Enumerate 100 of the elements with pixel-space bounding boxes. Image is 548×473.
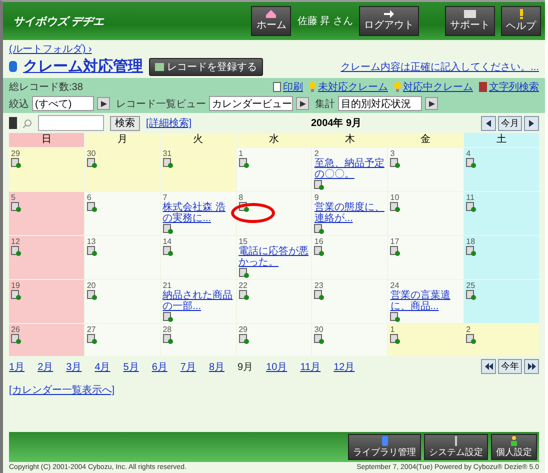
record-icon[interactable]	[86, 290, 97, 300]
search-button[interactable]: 検索	[110, 116, 140, 130]
record-icon[interactable]	[162, 246, 173, 256]
month-link[interactable]: 9月	[238, 360, 254, 374]
record-icon[interactable]	[466, 158, 476, 168]
event-link[interactable]: 至急、納品予定の〇〇。	[314, 158, 386, 180]
filter-select[interactable]: 目的別対応状況	[338, 96, 422, 111]
record-icon[interactable]	[466, 334, 476, 344]
house-icon	[266, 10, 276, 18]
month-link[interactable]: 10月	[266, 360, 288, 374]
record-icon[interactable]	[162, 312, 173, 322]
event-link[interactable]: 株式会社森 浩の実務に...	[162, 202, 234, 224]
record-icon[interactable]	[238, 290, 249, 300]
left-arrow-icon	[486, 120, 491, 126]
record-icon[interactable]	[86, 246, 97, 256]
header-button[interactable]: サポート	[445, 6, 495, 36]
previous-year-button[interactable]	[481, 359, 496, 374]
event-link[interactable]: 納品された商品の一部...	[162, 290, 234, 312]
filter-select[interactable]: (すべて)	[32, 96, 94, 111]
record-icon[interactable]	[314, 290, 324, 300]
month-link[interactable]: 2月	[38, 360, 54, 374]
record-icon[interactable]	[86, 334, 97, 344]
footer-button[interactable]: システム設定	[424, 434, 488, 460]
day-number: 21	[162, 281, 172, 290]
go-button[interactable]	[97, 97, 110, 110]
month-link[interactable]: 4月	[94, 360, 110, 374]
double-left-icon	[484, 363, 492, 370]
home-button[interactable]: ホーム	[251, 6, 292, 36]
header-button[interactable]: ログアウト	[359, 6, 419, 36]
month-link[interactable]: 7月	[180, 360, 196, 374]
action-link[interactable]: 文字列検索	[489, 80, 539, 94]
breadcrumb-link[interactable]: (ルートフォルダ) ›	[9, 42, 92, 56]
record-icon[interactable]	[11, 334, 21, 344]
footer-button[interactable]: ライブラリ管理	[348, 434, 421, 460]
next-button[interactable]	[524, 116, 539, 130]
month-link[interactable]: 11月	[300, 360, 321, 374]
month-link[interactable]: 5月	[123, 360, 139, 374]
record-icon[interactable]	[314, 334, 324, 344]
record-icon[interactable]	[238, 158, 249, 168]
search-field[interactable]	[38, 115, 104, 131]
record-icon[interactable]	[162, 224, 173, 234]
day-number: 8	[238, 193, 244, 202]
register-button[interactable]: レコードを登録する	[149, 58, 263, 76]
record-icon[interactable]	[86, 202, 97, 212]
day-number: 13	[86, 237, 96, 246]
person-icon	[511, 436, 517, 446]
record-count: 総レコード数:38	[9, 81, 83, 94]
day-number: 22	[238, 281, 248, 290]
go-button[interactable]	[425, 97, 438, 110]
day-number: 1	[238, 149, 244, 158]
record-icon[interactable]	[466, 246, 476, 256]
previous-button[interactable]	[481, 116, 496, 130]
record-icon[interactable]	[238, 334, 249, 344]
record-icon[interactable]	[466, 290, 476, 300]
record-icon[interactable]	[390, 246, 400, 256]
record-icon[interactable]	[390, 202, 400, 212]
record-icon[interactable]	[314, 246, 324, 256]
record-icon[interactable]	[11, 158, 21, 168]
record-icon[interactable]	[238, 268, 249, 278]
record-icon[interactable]	[11, 246, 21, 256]
record-icon[interactable]	[390, 312, 400, 322]
record-icon[interactable]	[238, 202, 249, 212]
header-button[interactable]: ヘルプ	[501, 6, 541, 36]
day-number: 5	[11, 193, 16, 202]
month-link[interactable]: 12月	[334, 360, 355, 374]
bulb-icon	[309, 82, 316, 92]
month-link[interactable]: 3月	[66, 360, 82, 374]
advanced-search-link[interactable]: [詳細検索]	[146, 116, 192, 130]
action-link[interactable]: 印刷	[283, 80, 303, 94]
event-link[interactable]: 営業の態度に、連絡が...	[314, 202, 386, 224]
event-link[interactable]: 営業の言葉遣に、商品...	[390, 290, 462, 312]
record-icon[interactable]	[466, 202, 476, 212]
record-icon[interactable]	[390, 334, 400, 344]
record-icon[interactable]	[314, 180, 324, 190]
record-icon[interactable]	[11, 290, 21, 300]
notice-link[interactable]: クレーム内容は正確に記入してください。...	[340, 60, 539, 74]
double-right-icon	[528, 363, 536, 370]
footer-button[interactable]: 個人設定	[491, 434, 537, 460]
user-name: 佐藤 昇 さん	[297, 14, 353, 28]
this-month-button[interactable]: 今月	[498, 116, 522, 130]
weekday-header: 月	[84, 133, 160, 147]
go-button[interactable]	[296, 97, 309, 110]
filter-select[interactable]: カレンダービュー	[209, 96, 293, 111]
record-icon[interactable]	[11, 202, 21, 212]
record-icon[interactable]	[86, 158, 97, 168]
question-icon	[518, 9, 524, 19]
next-year-button[interactable]	[524, 359, 539, 374]
calendar-list-link[interactable]: [カレンダー一覧表示へ]	[9, 383, 115, 397]
month-link[interactable]: 8月	[208, 360, 224, 374]
page-title[interactable]: クレーム対応管理	[23, 57, 143, 76]
record-icon[interactable]	[314, 224, 324, 234]
event-link[interactable]: 電話に応答が悪かった。	[238, 246, 310, 268]
month-link[interactable]: 1月	[9, 360, 25, 374]
record-icon[interactable]	[162, 334, 173, 344]
action-link[interactable]: 未対応クレーム	[318, 80, 388, 94]
record-icon[interactable]	[390, 158, 400, 168]
this-year-button[interactable]: 今年	[498, 359, 522, 374]
month-link[interactable]: 6月	[152, 360, 168, 374]
action-link[interactable]: 対応中クレーム	[403, 80, 473, 94]
record-icon[interactable]	[162, 158, 173, 168]
